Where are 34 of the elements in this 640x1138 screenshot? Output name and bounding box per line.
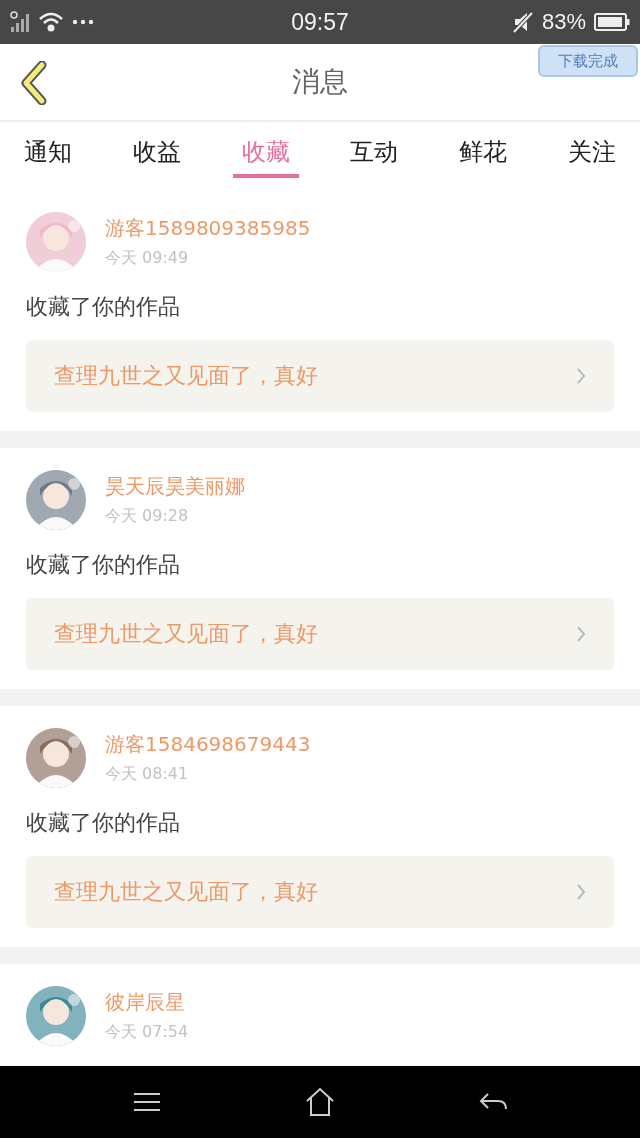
user-name[interactable]: 游客1584698679443 xyxy=(105,731,311,758)
user-name[interactable]: 昊天辰昊美丽娜 xyxy=(105,473,245,500)
wifi-icon xyxy=(38,11,64,33)
mute-icon xyxy=(511,11,534,33)
message-text: 收藏了你的作品 xyxy=(26,551,181,579)
user-name[interactable]: 游客1589809385985 xyxy=(105,215,311,242)
page-title: 消息 xyxy=(292,64,348,100)
timestamp: 今天 09:49 xyxy=(105,248,190,269)
message-text: 收藏了你的作品 xyxy=(26,293,181,321)
signal-icon xyxy=(10,11,30,33)
chevron-right-icon xyxy=(576,367,586,385)
timestamp: 今天 09:28 xyxy=(105,506,190,527)
battery-percent: 83% xyxy=(541,9,586,35)
tab[interactable]: 关注 xyxy=(568,132,616,178)
clock-time: 09:57 xyxy=(291,8,349,36)
tab[interactable]: 收益 xyxy=(132,132,181,178)
chevron-right-icon xyxy=(576,625,586,643)
work-link[interactable]: 查理九世之又见面了，真好 xyxy=(26,856,614,928)
user-name[interactable]: 彼岸辰星 xyxy=(105,989,189,1016)
timestamp: 今天 08:41 xyxy=(105,764,190,785)
battery-icon xyxy=(594,12,630,32)
tab[interactable]: 鲜花 xyxy=(459,132,508,178)
home-icon[interactable] xyxy=(305,1087,335,1117)
more-icon xyxy=(72,19,94,25)
work-link[interactable]: 查理九世之又见面了，真好 xyxy=(26,598,614,670)
chevron-right-icon xyxy=(576,883,586,901)
message-text: 收藏了你的作品 xyxy=(26,809,181,837)
tab[interactable]: 互动 xyxy=(350,132,399,178)
download-toast: 下载完成 xyxy=(538,45,638,77)
tab[interactable]: 收藏 xyxy=(232,132,299,178)
tab[interactable]: 通知 xyxy=(24,132,72,178)
menu-icon[interactable] xyxy=(131,1091,162,1113)
work-link[interactable]: 查理九世之又见面了，真好 xyxy=(26,340,614,412)
timestamp: 今天 07:54 xyxy=(105,1022,189,1043)
